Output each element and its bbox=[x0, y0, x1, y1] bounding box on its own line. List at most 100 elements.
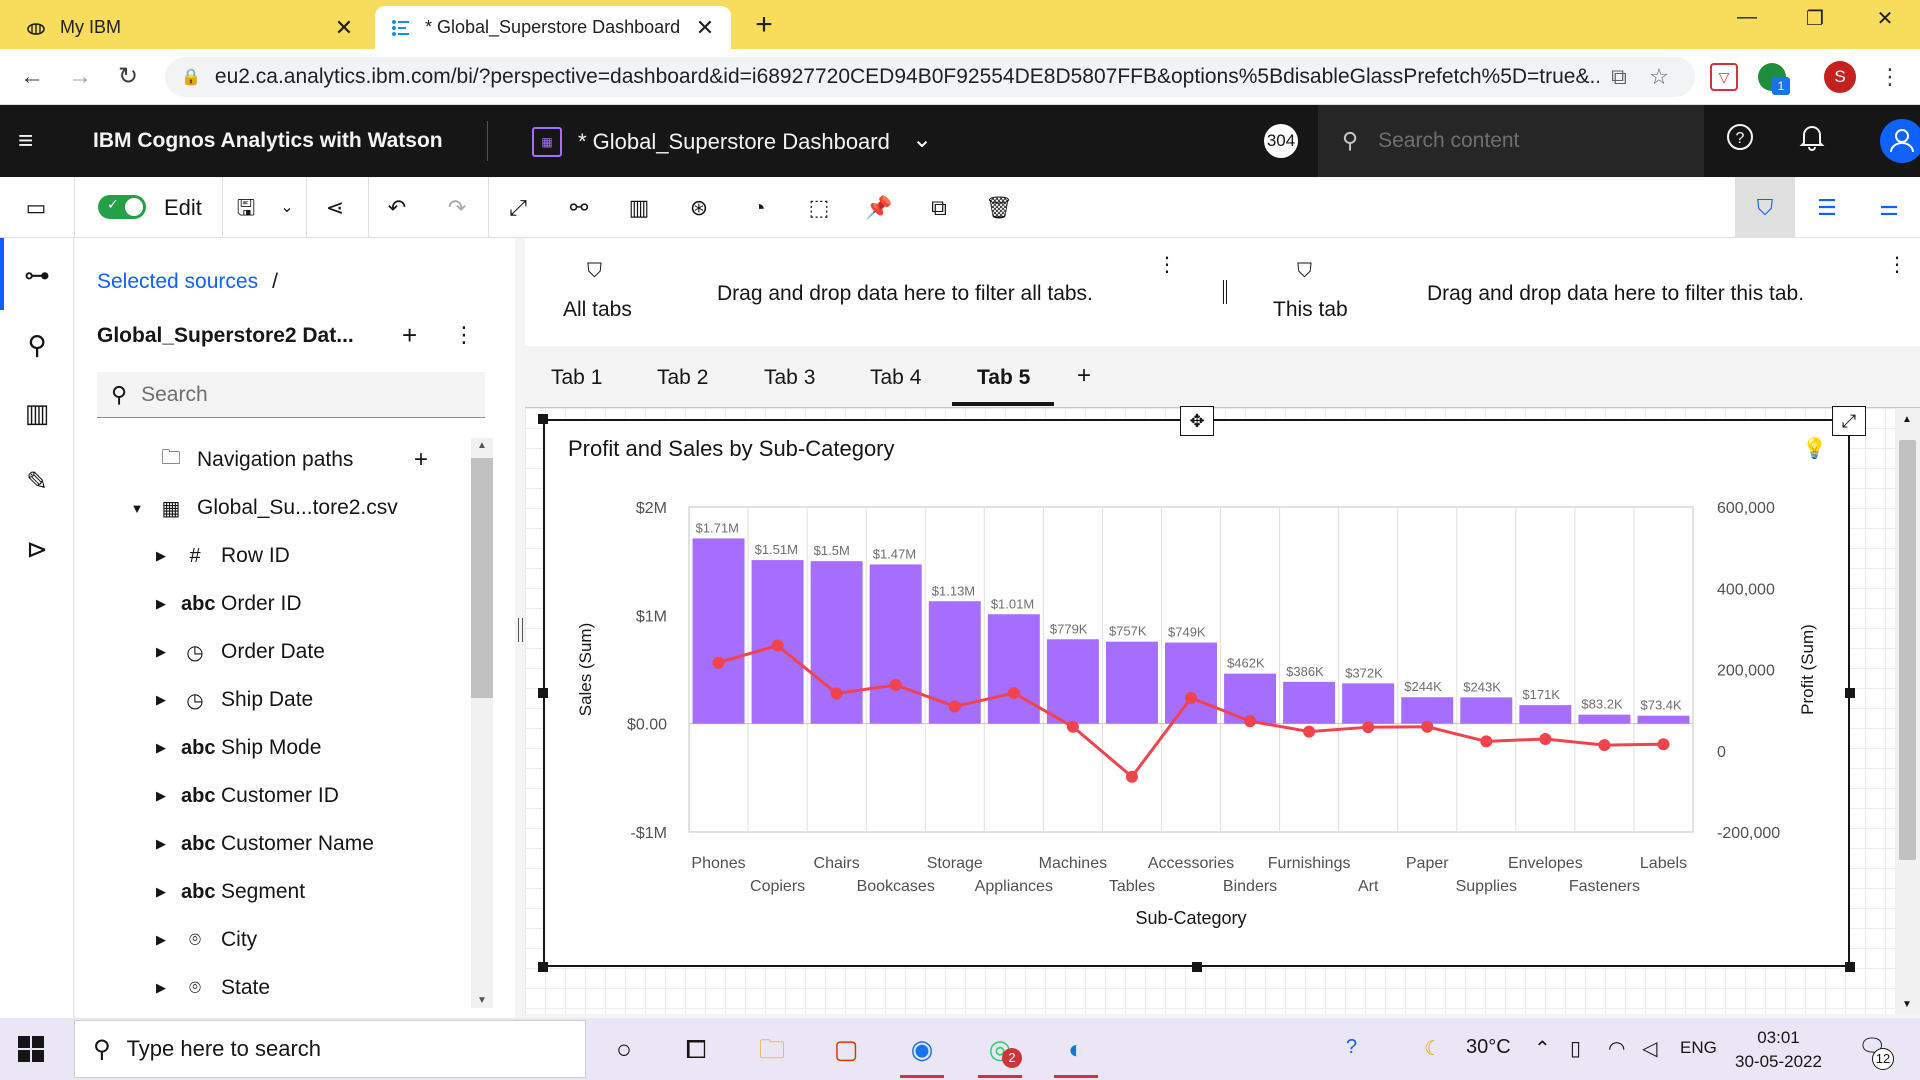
caret-right-icon[interactable]: ▶ bbox=[153, 740, 169, 756]
minimize-icon[interactable]: — bbox=[1722, 6, 1772, 38]
data-sources-icon[interactable]: ⊶ bbox=[18, 256, 56, 294]
window-close-icon[interactable]: ✕ bbox=[1860, 6, 1910, 38]
connect-icon[interactable]: ⚯ bbox=[562, 191, 596, 225]
filter-resize-handle[interactable] bbox=[1223, 280, 1227, 304]
task-view-icon[interactable]: ⧠ bbox=[672, 1026, 720, 1072]
resize-handle[interactable] bbox=[538, 962, 548, 972]
scrollbar-thumb[interactable] bbox=[1899, 440, 1916, 860]
tree-item-order-id[interactable]: ▶ abc Order ID bbox=[75, 584, 470, 624]
tree-item-state[interactable]: ▶ ⌾ State bbox=[75, 968, 470, 1008]
maximize-icon[interactable]: ⤢ bbox=[1832, 406, 1866, 436]
scroll-down-icon[interactable]: ▼ bbox=[1902, 999, 1912, 1010]
lightbulb-icon[interactable]: 💡 bbox=[1802, 436, 1827, 461]
tree-item-dataset[interactable]: ▼ ▦ Global_Su...tore2.csv bbox=[75, 488, 470, 528]
device-icon[interactable]: ▯ bbox=[1570, 1036, 1581, 1061]
back-arrow-icon[interactable]: ← bbox=[14, 59, 50, 95]
bell-icon[interactable] bbox=[1794, 123, 1830, 159]
notification-count-badge[interactable]: 304 bbox=[1264, 124, 1298, 158]
system-clock[interactable]: 03:01 30-05-2022 bbox=[1735, 1026, 1822, 1074]
tab-1[interactable]: Tab 1 bbox=[551, 366, 602, 390]
url-bar[interactable]: 🔒 eu2.ca.analytics.ibm.com/bi/?perspecti… bbox=[165, 57, 1695, 97]
caret-right-icon[interactable]: ▶ bbox=[153, 836, 169, 852]
more-options-icon[interactable]: ⋮ bbox=[1157, 252, 1177, 277]
tree-item-segment[interactable]: ▶ abc Segment bbox=[75, 872, 470, 912]
bookmark-star-icon[interactable]: ☆ bbox=[1639, 64, 1679, 90]
browser-menu-icon[interactable]: ⋮ bbox=[1872, 59, 1908, 95]
restore-icon[interactable]: ❐ bbox=[1790, 6, 1840, 38]
canvas-scrollbar[interactable]: ▲ ▼ bbox=[1895, 408, 1920, 1014]
tab-3[interactable]: Tab 3 bbox=[764, 366, 815, 390]
all-tabs-filter-dropzone[interactable]: ⛉ All tabs Drag and drop data here to fi… bbox=[525, 238, 1223, 346]
more-options-icon[interactable]: ⋮ bbox=[453, 322, 475, 348]
translate-icon[interactable]: ⧉ bbox=[1599, 64, 1639, 90]
new-tab-button[interactable]: + bbox=[748, 10, 780, 42]
panel-resize-handle[interactable] bbox=[515, 238, 525, 1018]
volume-icon[interactable]: ◁ bbox=[1642, 1036, 1657, 1061]
content-search-input[interactable]: ⚲ Search content bbox=[1318, 105, 1704, 177]
scroll-up-icon[interactable]: ▲ bbox=[1902, 414, 1912, 425]
more-options-icon[interactable]: ⋮ bbox=[1887, 252, 1907, 277]
pin-icon[interactable]: ⚲ bbox=[18, 326, 56, 364]
caret-right-icon[interactable]: ▶ bbox=[153, 548, 169, 564]
tree-item-navigation-paths[interactable]: 🗀 Navigation paths + bbox=[75, 440, 470, 480]
source-search-input[interactable]: ⚲ Search bbox=[97, 372, 485, 418]
duplicate-icon[interactable]: ⧉ bbox=[922, 191, 956, 225]
visualizations-icon[interactable]: ▥ bbox=[18, 394, 56, 432]
add-navigation-path-icon[interactable]: + bbox=[414, 446, 428, 474]
resize-handle[interactable] bbox=[1192, 962, 1202, 972]
close-icon[interactable]: ✕ bbox=[693, 15, 717, 40]
chevron-down-icon[interactable]: ⌄ bbox=[912, 125, 932, 154]
tray-chevron-icon[interactable]: ⌃ bbox=[1534, 1036, 1551, 1061]
share-icon[interactable]: ⋖ bbox=[318, 191, 352, 225]
help-tray-icon[interactable]: ? bbox=[1346, 1036, 1357, 1059]
caret-right-icon[interactable]: ▶ bbox=[153, 644, 169, 660]
properties-icon[interactable]: ⚌ bbox=[1872, 191, 1906, 225]
extension-icon[interactable]: 1 bbox=[1758, 63, 1790, 95]
sources-scrollbar[interactable]: ▲ ▼ bbox=[471, 438, 493, 1008]
animation-icon[interactable]: ◔ bbox=[742, 191, 776, 225]
data-tray-icon[interactable]: ☰ bbox=[1810, 191, 1844, 225]
tree-item-city[interactable]: ▶ ⌾ City bbox=[75, 920, 470, 960]
reload-icon[interactable]: ↻ bbox=[110, 59, 146, 95]
scrollbar-thumb[interactable] bbox=[471, 458, 493, 698]
scroll-down-icon[interactable]: ▼ bbox=[471, 995, 493, 1006]
caret-right-icon[interactable]: ▶ bbox=[153, 980, 169, 996]
whatsapp-icon[interactable]: ◎ 2 bbox=[976, 1026, 1024, 1078]
notification-center-icon[interactable]: 🗨 12 bbox=[1858, 1034, 1894, 1070]
edit-mode-toggle[interactable]: ✓ bbox=[98, 195, 146, 219]
add-tab-button[interactable]: + bbox=[1077, 362, 1091, 390]
tree-item-customer-id[interactable]: ▶ abc Customer ID bbox=[75, 776, 470, 816]
windows-start-icon[interactable] bbox=[18, 1036, 46, 1064]
caret-right-icon[interactable]: ▶ bbox=[153, 692, 169, 708]
add-source-icon[interactable]: + bbox=[402, 320, 417, 351]
delete-icon[interactable]: 🗑 bbox=[982, 191, 1016, 225]
tab-4[interactable]: Tab 4 bbox=[870, 366, 921, 390]
tree-item-ship-mode[interactable]: ▶ abc Ship Mode bbox=[75, 728, 470, 768]
tab-5[interactable]: Tab 5 bbox=[977, 366, 1030, 390]
browser-tab-my-ibm[interactable]: My IBM ✕ bbox=[10, 6, 370, 49]
dashboard-title[interactable]: * Global_Superstore Dashboard bbox=[578, 129, 890, 155]
help-icon[interactable]: ? bbox=[1722, 123, 1758, 159]
browser-tab-dashboard[interactable]: * Global_Superstore Dashboard ✕ bbox=[375, 6, 731, 49]
widgets-icon[interactable]: ⊛ bbox=[682, 191, 716, 225]
caret-right-icon[interactable]: ▶ bbox=[153, 932, 169, 948]
resize-handle[interactable] bbox=[1845, 962, 1855, 972]
select-area-icon[interactable]: ⬚ bbox=[802, 191, 836, 225]
temperature[interactable]: 30°C bbox=[1466, 1036, 1511, 1059]
media-icon[interactable]: ⊳ bbox=[18, 530, 56, 568]
tree-item-ship-date[interactable]: ▶ ◷ Ship Date bbox=[75, 680, 470, 720]
assistant-icon[interactable]: ✎ bbox=[18, 462, 56, 500]
tree-item-order-date[interactable]: ▶ ◷ Order Date bbox=[75, 632, 470, 672]
profile-avatar[interactable]: S bbox=[1824, 61, 1856, 93]
close-icon[interactable]: ✕ bbox=[332, 15, 356, 40]
undo-icon[interactable]: ↶ bbox=[380, 191, 414, 225]
tree-item-customer-name[interactable]: ▶ abc Customer Name bbox=[75, 824, 470, 864]
pin-icon[interactable]: 📌 bbox=[862, 191, 896, 225]
wifi-icon[interactable]: ◠ bbox=[1608, 1036, 1625, 1061]
extension-shield-icon[interactable]: ▽ bbox=[1710, 63, 1738, 91]
tree-item-row-id[interactable]: ▶ # Row ID bbox=[75, 536, 470, 576]
redo-icon[interactable]: ↷ bbox=[440, 191, 474, 225]
caret-right-icon[interactable]: ▶ bbox=[153, 884, 169, 900]
resize-handle[interactable] bbox=[538, 414, 548, 424]
tab-2[interactable]: Tab 2 bbox=[657, 366, 708, 390]
